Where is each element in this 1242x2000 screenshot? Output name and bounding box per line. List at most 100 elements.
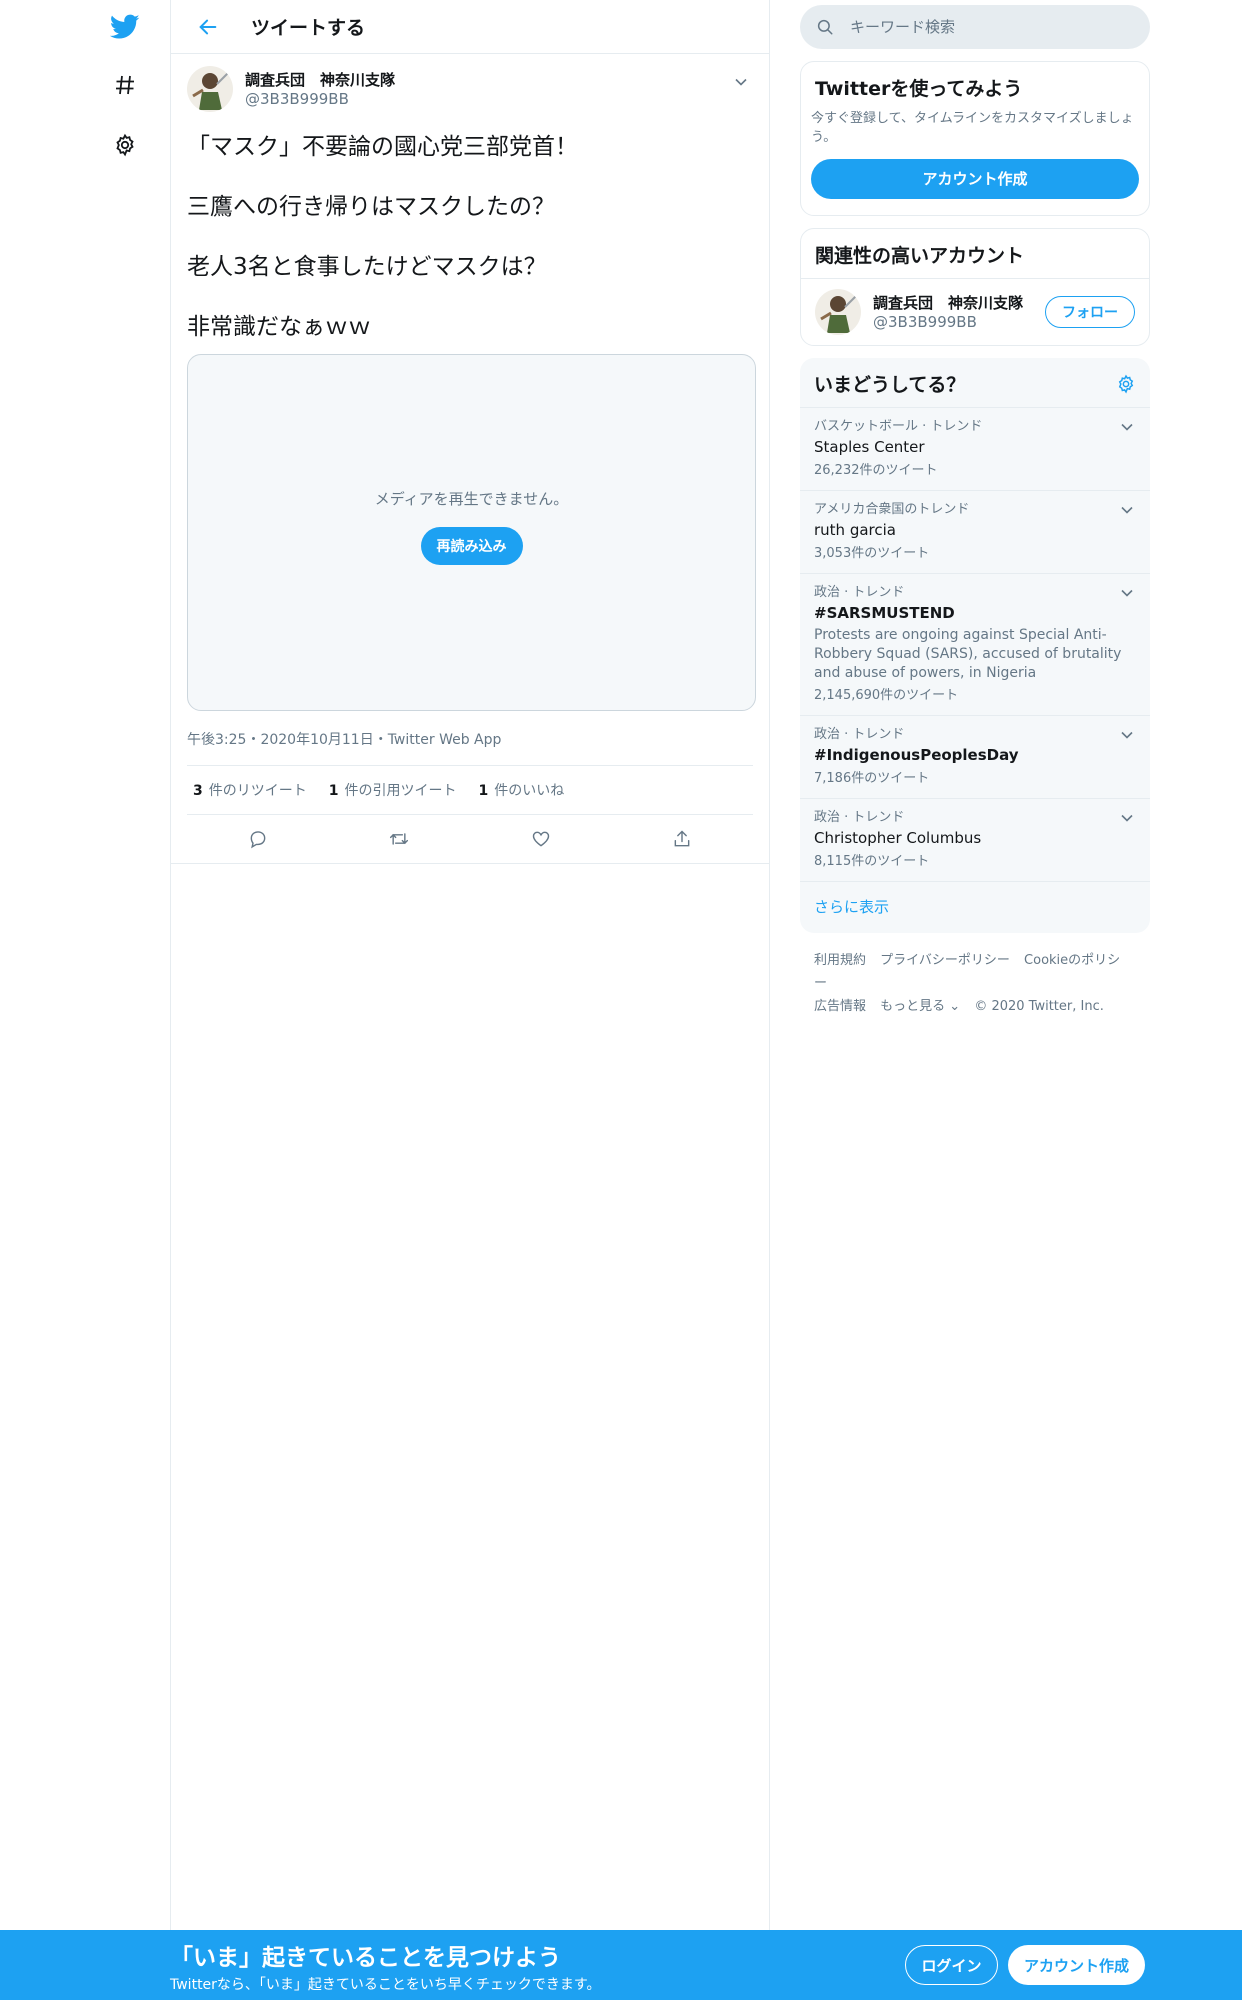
trend-count: 3,053件のツイート [814, 546, 930, 561]
footer-row: 利用規約 プライバシーポリシー Cookieのポリシー [814, 949, 1136, 995]
reply-button[interactable] [240, 821, 276, 857]
sidebar: Twitterを使ってみよう 今すぐ登録して、タイムラインをカスタマイズしましょ… [800, 0, 1150, 1034]
avatar-image-icon [187, 66, 233, 112]
signup-card-description: 今すぐ登録して、タイムラインをカスタマイズしましょう。 [811, 111, 1134, 145]
tweet-text-line: 三鷹への行き帰りはマスクしたの？ [187, 194, 555, 220]
create-account-button[interactable]: アカウント作成 [811, 159, 1139, 199]
signup-card-title: Twitterを使ってみよう [815, 78, 1023, 100]
chevron-down-icon [1121, 814, 1133, 822]
trend-name: ruth garcia [814, 521, 896, 539]
main-column: ツイートする 調査兵団 神奈川支隊 @3B3B999BB 「マスク」不要論の國心… [170, 0, 770, 2000]
tweet-text-line: 老人3名と食事したけどマスクは？ [187, 254, 547, 280]
search-input[interactable] [850, 18, 1110, 36]
media-placeholder: メディアを再生できません。 再読み込み [187, 354, 756, 711]
sidebar-footer: 利用規約 プライバシーポリシー Cookieのポリシー 広告情報 もっと見る ⌄… [800, 933, 1150, 1034]
bottom-create-account-button[interactable]: アカウント作成 [1008, 1945, 1145, 1985]
avatar[interactable] [815, 289, 861, 335]
tweet-stats: 3 件のリツイート 1 件の引用ツイート 1 件のいいね [187, 766, 753, 815]
share-button[interactable] [664, 821, 700, 857]
chevron-down-icon [1121, 731, 1133, 739]
footer-link-more[interactable]: もっと見る ⌄ [880, 999, 960, 1014]
trends-title: いまどうしてる？ [814, 374, 966, 396]
tweet-author: 調査兵団 神奈川支隊 @3B3B999BB [187, 66, 753, 112]
stat-count: 3 [193, 783, 203, 799]
tweet-text-line: 「マスク」不要論の國心党三部党首！ [187, 134, 578, 160]
follow-button[interactable]: フォロー [1045, 296, 1135, 328]
footer-copyright: © 2020 Twitter, Inc. [974, 999, 1104, 1014]
footer-link-terms[interactable]: 利用規約 [814, 953, 866, 968]
login-button[interactable]: ログイン [905, 1945, 998, 1985]
trend-category: 政治 · トレンド [814, 585, 905, 600]
stat-label: 件のいいね [494, 783, 565, 799]
tweet-text-line: 非常識だなぁｗｗ [187, 314, 371, 340]
trend-menu-button[interactable] [1118, 418, 1136, 436]
show-more-link[interactable]: さらに表示 [800, 882, 1150, 933]
footer-link-ads[interactable]: 広告情報 [814, 999, 866, 1014]
trend-count: 26,232件のツイート [814, 463, 938, 478]
trends-card: いまどうしてる？ バスケットボール · トレンド Staples Center … [800, 358, 1150, 933]
stat-count: 1 [328, 783, 339, 799]
trend-item[interactable]: 政治 · トレンド #IndigenousPeoplesDay 7,186件のツ… [800, 716, 1150, 799]
trend-menu-button[interactable] [1118, 726, 1136, 744]
trend-name: Christopher Columbus [814, 829, 982, 847]
chevron-down-icon [1121, 506, 1133, 514]
trend-item[interactable]: アメリカ合衆国のトレンド ruth garcia 3,053件のツイート [800, 491, 1150, 574]
bottom-signup-bar: 「いま」起きていることを見つけよう Twitterなら、「いま」起きていることを… [0, 1930, 1242, 2000]
back-button[interactable] [189, 8, 227, 46]
tweet-text: 「マスク」不要論の國心党三部党首！ 三鷹への行き帰りはマスクしたの？ 老人3名と… [187, 132, 753, 342]
tweet-meta: 午後3:25・2020年10月11日・Twitter Web App [187, 711, 753, 766]
footer-link-privacy[interactable]: プライバシーポリシー [880, 953, 1010, 968]
stat-count: 1 [478, 783, 489, 799]
trend-count: 8,115件のツイート [814, 854, 930, 869]
stat-label: 件のリツイート [208, 783, 307, 799]
related-accounts-title: 関連性の高いアカウント [801, 229, 1149, 279]
related-account-name: 調査兵団 神奈川支隊 [873, 294, 1024, 312]
search-icon [817, 19, 833, 35]
share-icon [674, 830, 690, 847]
chevron-down-icon [1121, 589, 1133, 597]
trend-menu-button[interactable] [1118, 584, 1136, 602]
twitter-logo-icon[interactable] [102, 4, 148, 50]
explore-hashtag-icon[interactable] [102, 62, 148, 108]
related-accounts-card: 関連性の高いアカウント 調査兵団 神奈川支隊 @3B3B999BB フォロー [800, 228, 1150, 346]
quote-tweet-count[interactable]: 1 件の引用ツイート [329, 780, 457, 800]
avatar[interactable] [187, 66, 233, 112]
left-nav [0, 0, 170, 2000]
signup-card: Twitterを使ってみよう 今すぐ登録して、タイムラインをカスタマイズしましょ… [800, 61, 1150, 216]
trend-menu-button[interactable] [1118, 809, 1136, 827]
chevron-down-icon [735, 78, 747, 86]
hashtag-icon [116, 75, 134, 95]
trends-settings-gear-icon[interactable] [1116, 374, 1136, 394]
search-bar[interactable] [800, 5, 1150, 49]
trend-item[interactable]: 政治 · トレンド #SARSMUSTEND Protests are ongo… [800, 574, 1150, 716]
settings-gear-icon[interactable] [102, 122, 148, 168]
tweet-menu-button[interactable] [729, 70, 753, 94]
trend-name: #IndigenousPeoplesDay [814, 746, 1019, 764]
retweet-button[interactable] [381, 821, 417, 857]
footer-row: 広告情報 もっと見る ⌄ © 2020 Twitter, Inc. [814, 995, 1136, 1018]
like-button[interactable] [523, 821, 559, 857]
trend-item[interactable]: 政治 · トレンド Christopher Columbus 8,115件のツイ… [800, 799, 1150, 882]
tweet: 調査兵団 神奈川支隊 @3B3B999BB 「マスク」不要論の國心党三部党首！ … [171, 54, 769, 864]
tweet-actions [187, 815, 753, 863]
retweet-count[interactable]: 3 件のリツイート [193, 780, 307, 800]
reload-button[interactable]: 再読み込み [420, 527, 523, 565]
trend-category: 政治 · トレンド [814, 810, 905, 825]
author-name[interactable]: 調査兵団 神奈川支隊 [245, 70, 395, 90]
page-title: ツイートする [251, 17, 366, 39]
media-error-message: メディアを再生できません。 [374, 490, 569, 508]
author-handle[interactable]: @3B3B999BB [245, 90, 395, 108]
bottom-bar-title: 「いま」起きていることを見つけよう [170, 1945, 561, 1971]
trend-count: 2,145,690件のツイート [814, 688, 959, 703]
arrow-left-icon [199, 19, 217, 34]
trend-menu-button[interactable] [1118, 501, 1136, 519]
related-account-handle: @3B3B999BB [873, 313, 977, 331]
trend-item[interactable]: バスケットボール · トレンド Staples Center 26,232件のツ… [800, 408, 1150, 491]
main-header: ツイートする [171, 0, 769, 54]
bottom-bar-subtitle: Twitterなら、「いま」起きていることをいち早くチェックできます。 [170, 1977, 601, 1993]
trend-category: アメリカ合衆国のトレンド [814, 502, 970, 517]
related-account-row[interactable]: 調査兵団 神奈川支隊 @3B3B999BB フォロー [801, 279, 1149, 345]
trend-category: 政治 · トレンド [814, 727, 905, 742]
trend-category: バスケットボール · トレンド [814, 419, 983, 434]
like-count[interactable]: 1 件のいいね [479, 780, 565, 800]
